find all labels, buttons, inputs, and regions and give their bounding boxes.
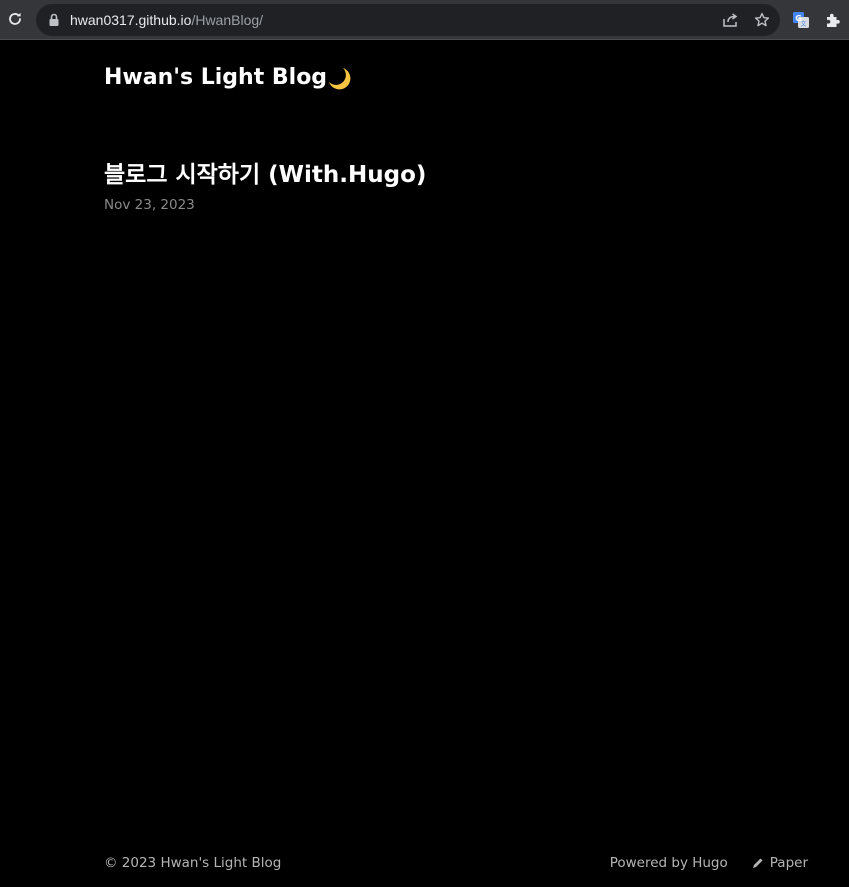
browser-toolbar: hwan0317.github.io/HwanBlog/ G 文 <box>0 0 849 40</box>
puzzle-piece-icon <box>827 13 840 27</box>
site-title-link[interactable]: Hwan's Light Blog <box>104 61 327 95</box>
theme-toggle-button[interactable] <box>326 65 354 93</box>
extensions-button[interactable] <box>822 9 844 31</box>
bookmark-star-button[interactable] <box>751 9 773 31</box>
share-button[interactable] <box>719 9 741 31</box>
page-content: Hwan's Light Blog 블로그 시작하기 (With.Hugo) N… <box>0 41 849 887</box>
url-host: hwan0317.github.io <box>70 12 192 28</box>
footer-copyright: © 2023 Hwan's Light Blog <box>104 855 282 871</box>
paper-theme-link[interactable]: Paper <box>770 853 808 873</box>
powered-by-hugo-link[interactable]: Powered by Hugo <box>610 853 728 873</box>
url-text[interactable]: hwan0317.github.io/HwanBlog/ <box>70 11 263 29</box>
post-date: Nov 23, 2023 <box>104 197 195 213</box>
footer-credits: Powered by Hugo Paper <box>610 853 808 873</box>
lock-icon[interactable] <box>47 12 61 28</box>
url-path: /HwanBlog/ <box>191 12 264 28</box>
svg-text:文: 文 <box>800 20 806 28</box>
address-bar[interactable]: hwan0317.github.io/HwanBlog/ <box>36 4 780 36</box>
google-translate-extension-button[interactable]: G 文 <box>790 9 812 31</box>
share-icon <box>723 13 738 27</box>
pencil-icon <box>752 858 763 868</box>
google-translate-icon: G 文 <box>793 12 809 28</box>
reload-icon <box>9 12 21 25</box>
post-title-link[interactable]: 블로그 시작하기 (With.Hugo) <box>104 157 426 193</box>
star-icon <box>754 12 770 27</box>
moon-icon <box>329 68 351 90</box>
reload-button[interactable] <box>4 8 26 30</box>
